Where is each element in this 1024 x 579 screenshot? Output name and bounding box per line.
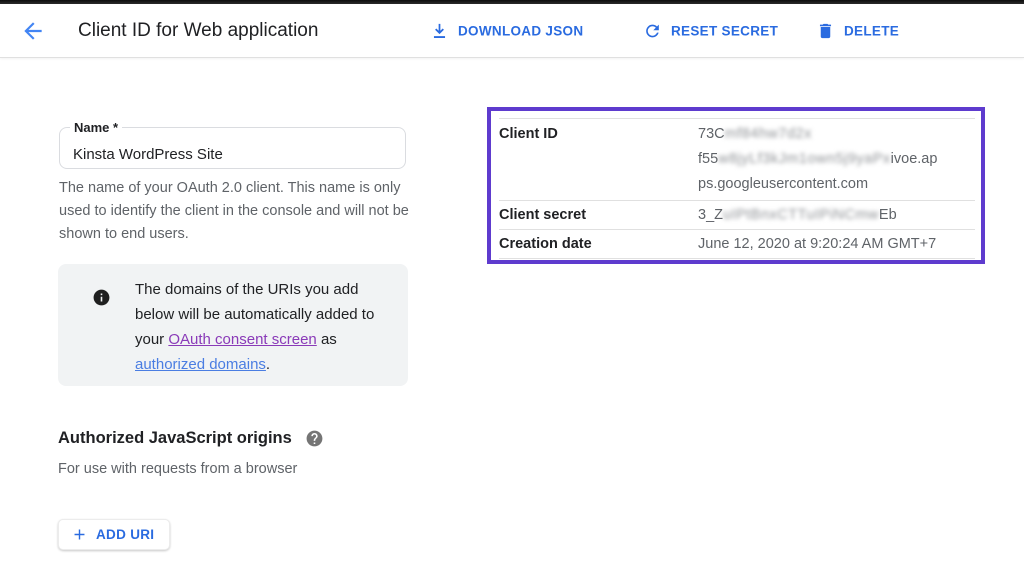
name-field: Name * (59, 127, 406, 169)
client-id-page: Client ID for Web application DOWNLOAD J… (0, 0, 1024, 579)
client-id-value: 73Cmf84hw7d2x f55w8jyLf3kJm1own5j9yaPxiv… (698, 122, 975, 197)
creation-date-label: Creation date (499, 233, 698, 255)
authorized-domains-link[interactable]: authorized domains (135, 356, 266, 373)
origins-description: For use with requests from a browser (58, 461, 297, 477)
download-json-label: DOWNLOAD JSON (458, 23, 583, 38)
info-icon (92, 288, 111, 307)
client-id-line-2: f55w8jyLf3kJm1own5j9yaPxivoe.ap (698, 147, 975, 172)
delete-label: DELETE (844, 23, 899, 38)
download-json-button[interactable]: DOWNLOAD JSON (430, 21, 583, 40)
client-id-line-1: 73Cmf84hw7d2x (698, 122, 975, 147)
client-id-row: Client ID 73Cmf84hw7d2x f55w8jyLf3kJm1ow… (499, 118, 975, 201)
creation-date-row: Creation date June 12, 2020 at 9:20:24 A… (499, 230, 975, 259)
client-secret-value: 3_ZuIPtBnxCTTuIPiNCmwEb (698, 204, 975, 226)
reset-secret-label: RESET SECRET (671, 23, 778, 38)
name-input[interactable] (60, 128, 405, 168)
back-button[interactable] (20, 18, 46, 44)
client-id-redacted-1: mf84hw7d2x (725, 126, 812, 142)
info-note-text: The domains of the URIs you add below wi… (135, 277, 401, 377)
plus-icon (71, 526, 88, 543)
trash-icon (816, 21, 835, 40)
client-details-card: Client ID 73Cmf84hw7d2x f55w8jyLf3kJm1ow… (487, 107, 985, 264)
client-id-label: Client ID (499, 122, 698, 197)
info-text-mid: as (317, 331, 337, 348)
origins-heading: Authorized JavaScript origins (58, 429, 292, 448)
add-uri-button[interactable]: ADD URI (58, 519, 170, 550)
creation-date-value: June 12, 2020 at 9:20:24 AM GMT+7 (698, 233, 975, 255)
info-note-box: The domains of the URIs you add below wi… (58, 264, 408, 386)
origins-section-header: Authorized JavaScript origins (58, 429, 324, 448)
name-helper-text: The name of your OAuth 2.0 client. This … (59, 177, 413, 246)
client-secret-row: Client secret 3_ZuIPtBnxCTTuIPiNCmwEb (499, 201, 975, 230)
client-id-line-3: ps.googleusercontent.com (698, 172, 975, 197)
client-secret-label: Client secret (499, 204, 698, 226)
refresh-icon (643, 21, 662, 40)
client-secret-redacted: uIPtBnxCTTuIPiNCmw (723, 207, 879, 223)
page-title: Client ID for Web application (78, 20, 318, 42)
reset-secret-button[interactable]: RESET SECRET (643, 21, 778, 40)
info-text-end: . (266, 356, 270, 373)
oauth-consent-screen-link[interactable]: OAuth consent screen (168, 331, 316, 348)
back-arrow-icon (20, 18, 46, 44)
add-uri-label: ADD URI (96, 527, 154, 542)
header: Client ID for Web application DOWNLOAD J… (0, 4, 1024, 58)
download-icon (430, 21, 449, 40)
client-id-redacted-2: w8jyLf3kJm1own5j9yaPx (718, 151, 891, 167)
delete-button[interactable]: DELETE (816, 21, 899, 40)
help-icon[interactable] (305, 429, 324, 448)
